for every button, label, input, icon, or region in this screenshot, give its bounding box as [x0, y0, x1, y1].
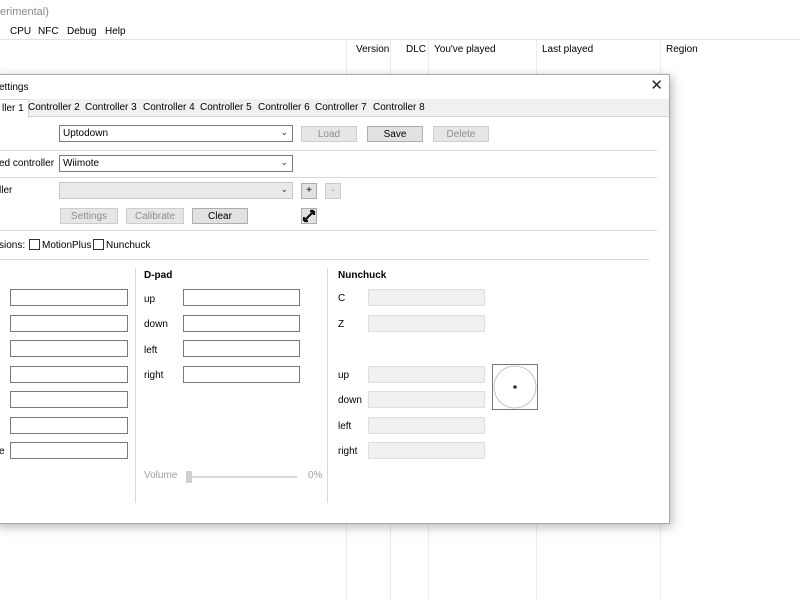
section-divider	[0, 259, 649, 260]
motionplus-checkbox[interactable]	[29, 239, 40, 250]
tab-controller-8[interactable]: Controller 8	[373, 102, 425, 113]
volume-label: Volume	[144, 470, 178, 481]
input-device-label: ller	[0, 185, 13, 196]
menu-cpu[interactable]: CPU	[10, 26, 31, 37]
stick-left-label: left	[338, 421, 352, 432]
dpad-group-title: D-pad	[144, 270, 173, 281]
input-device-select[interactable]: ⌄	[59, 182, 293, 199]
menu-bar: CPU NFC Debug Help	[0, 24, 800, 40]
chevron-down-icon: ⌄	[280, 157, 288, 167]
save-button[interactable]: Save	[367, 126, 423, 142]
controller-settings-dialog: ettings ✕ ller 1 Controller 2 Controller…	[0, 74, 670, 524]
nunchuck-z-label: Z	[338, 319, 345, 330]
emulated-controller-select[interactable]: Wiimote ⌄	[59, 155, 293, 172]
stick-up-field[interactable]	[368, 366, 485, 383]
controller-tabs: ller 1 Controller 2 Controller 3 Control…	[0, 99, 669, 118]
menu-divider	[0, 39, 800, 40]
close-icon[interactable]: ✕	[650, 77, 663, 95]
section-divider	[0, 150, 657, 151]
tab-controller-3[interactable]: Controller 3	[85, 102, 137, 113]
button-mapping-field[interactable]	[10, 315, 128, 332]
tab-controller-2[interactable]: Controller 2	[28, 102, 80, 113]
dpad-up-label: up	[144, 294, 156, 305]
profile-select[interactable]: Uptodown ⌄	[59, 125, 293, 142]
section-divider	[0, 177, 657, 178]
button-mapping-field[interactable]	[10, 289, 128, 306]
nunchuck-c-field[interactable]	[368, 289, 485, 306]
stick-right-field[interactable]	[368, 442, 485, 459]
dpad-left-label: left	[144, 345, 158, 356]
dpad-down-field[interactable]	[183, 315, 300, 332]
nunchuck-group-title: Nunchuck	[338, 270, 387, 281]
clear-button[interactable]: Clear	[192, 208, 248, 224]
nunchuck-checkbox[interactable]	[93, 239, 104, 250]
group-divider	[135, 268, 136, 503]
menu-help[interactable]: Help	[105, 26, 126, 37]
chevron-down-icon: ⌄	[280, 127, 288, 137]
motion-move-icon[interactable]	[301, 208, 317, 224]
dpad-right-field[interactable]	[183, 366, 300, 383]
button-mapping-field[interactable]	[10, 366, 128, 383]
nunchuck-c-label: C	[338, 293, 346, 304]
stick-left-field[interactable]	[368, 417, 485, 434]
remove-device-button[interactable]: -	[325, 183, 341, 199]
nunchuck-label: Nunchuck	[106, 240, 151, 251]
column-header-version[interactable]: Version	[356, 44, 389, 55]
section-divider	[0, 230, 657, 231]
delete-button[interactable]: Delete	[433, 126, 489, 142]
stick-down-field[interactable]	[368, 391, 485, 408]
stick-right-label: right	[338, 446, 358, 457]
dpad-left-field[interactable]	[183, 340, 300, 357]
volume-value: 0%	[308, 470, 323, 481]
stick-up-label: up	[338, 370, 350, 381]
dpad-up-field[interactable]	[183, 289, 300, 306]
tab-controller-5[interactable]: Controller 5	[200, 102, 252, 113]
nunchuck-z-field[interactable]	[368, 315, 485, 332]
chevron-down-icon: ⌄	[280, 184, 288, 194]
device-settings-button[interactable]: Settings	[60, 208, 118, 224]
load-button[interactable]: Load	[301, 126, 357, 142]
button-mapping-field[interactable]	[10, 442, 128, 459]
group-divider	[327, 268, 328, 503]
dialog-title: ettings	[0, 82, 29, 93]
button-mapping-field[interactable]	[10, 340, 128, 357]
calibrate-button[interactable]: Calibrate	[126, 208, 184, 224]
button-mapping-field[interactable]	[10, 417, 128, 434]
tab-controller-4[interactable]: Controller 4	[143, 102, 195, 113]
volume-slider-track[interactable]	[187, 476, 297, 478]
tab-controller-1[interactable]: ller 1	[0, 99, 29, 118]
extensions-label: sions:	[0, 240, 26, 251]
stick-indicator	[492, 364, 538, 410]
menu-nfc[interactable]: NFC	[38, 26, 59, 37]
stick-down-label: down	[338, 395, 362, 406]
app-title: erimental)	[0, 6, 49, 18]
menu-debug[interactable]: Debug	[67, 26, 96, 37]
tab-controller-6[interactable]: Controller 6	[258, 102, 310, 113]
add-device-button[interactable]: +	[301, 183, 317, 199]
button-mapping-label: e	[0, 446, 5, 457]
motionplus-label: MotionPlus	[42, 240, 92, 251]
dpad-down-label: down	[144, 319, 168, 330]
volume-slider-thumb[interactable]	[186, 471, 192, 483]
tab-controller-7[interactable]: Controller 7	[315, 102, 367, 113]
emulated-controller-label: ed controller	[0, 158, 55, 169]
profile-select-value: Uptodown	[63, 128, 109, 139]
column-header-last-played[interactable]: Last played	[542, 44, 593, 55]
column-header-dlc[interactable]: DLC	[406, 44, 426, 55]
button-mapping-field[interactable]	[10, 391, 128, 408]
column-header-you-played[interactable]: You've played	[434, 44, 496, 55]
dpad-right-label: right	[144, 370, 164, 381]
column-header-region[interactable]: Region	[666, 44, 698, 55]
emulated-controller-value: Wiimote	[63, 158, 100, 169]
